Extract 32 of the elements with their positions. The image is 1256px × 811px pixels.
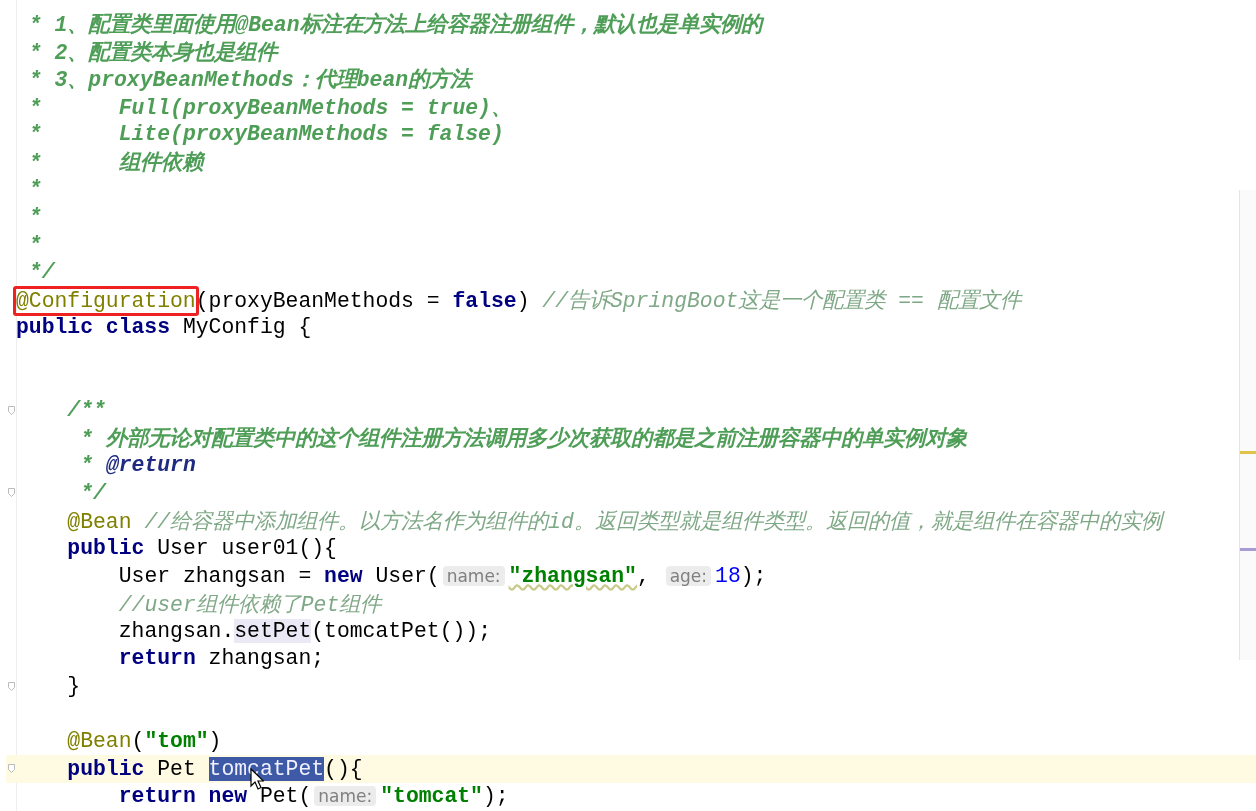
code-line: * Lite(proxyBeanMethods = false) <box>28 122 504 147</box>
code-line: * <box>28 232 42 257</box>
error-stripe-mark[interactable] <box>1240 451 1256 454</box>
code-line: * @return <box>80 453 196 478</box>
code-line: zhangsan.setPet(tomcatPet()); <box>118 618 491 643</box>
fold-marker-icon[interactable] <box>7 488 15 498</box>
code-line: public class MyConfig { <box>16 315 312 340</box>
code-line: * 外部无论对配置类中的这个组件注册方法调用多少次获取的都是之前注册容器中的单实例对象 <box>80 425 967 453</box>
code-line: * Full(proxyBeanMethods = true)、 <box>28 95 512 122</box>
fold-marker-icon[interactable] <box>7 764 15 774</box>
code-line: } <box>67 674 81 699</box>
code-line: */ <box>80 480 106 505</box>
code-line: //user组件依赖了Pet组件 <box>118 591 382 618</box>
code-line: * <box>28 204 42 229</box>
code-line: @Configuration(proxyBeanMethods = false) //告诉SpringBoot这是一个配置类 == 配置文件 <box>10 285 1027 315</box>
code-line: */ <box>28 260 55 285</box>
fold-marker-icon[interactable] <box>7 681 15 691</box>
code-line: return new Pet( name: "tomcat"); <box>118 784 509 809</box>
code-line: /** <box>67 398 106 423</box>
scrollbar-track[interactable] <box>1239 190 1256 660</box>
code-line: * 3、proxyBeanMethods：代理bean的方法 <box>28 66 472 94</box>
code-line: return zhangsan; <box>118 646 325 671</box>
code-line: * 2、配置类本身也是组件 <box>28 39 278 66</box>
code-line: * 1、配置类里面使用@Bean标注在方法上给容器注册组件，默认也是单实例的 <box>28 11 762 39</box>
code-line: * 组件依赖 <box>28 150 203 177</box>
code-line: User zhangsan = new User( name: "zhangsan", age: 18); <box>118 563 767 588</box>
error-stripe-mark[interactable] <box>1240 548 1256 551</box>
code-line: @Bean("tom") <box>67 729 222 754</box>
fold-marker-icon[interactable] <box>7 405 15 415</box>
code-line: public User user01(){ <box>67 536 337 561</box>
code-line: public Pet tomcatPet(){ <box>67 756 363 781</box>
code-line: * <box>28 177 42 202</box>
